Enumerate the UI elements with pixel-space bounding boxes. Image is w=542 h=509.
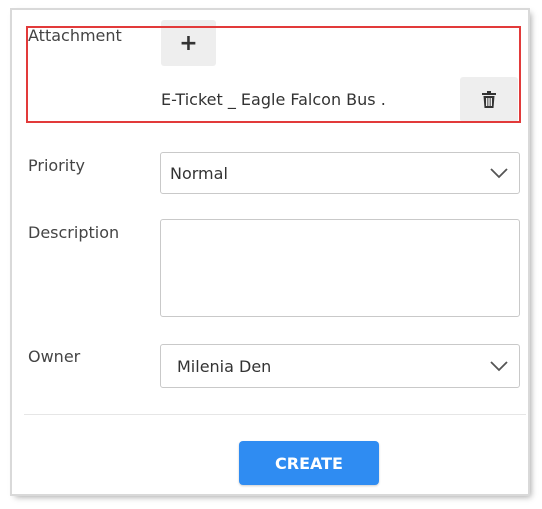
description-textarea[interactable] xyxy=(160,219,520,317)
chevron-down-icon xyxy=(479,167,519,179)
priority-select[interactable]: Normal xyxy=(160,152,520,194)
owner-label: Owner xyxy=(28,347,81,366)
owner-value: Milenia Den xyxy=(177,356,272,376)
priority-value: Normal xyxy=(170,163,228,183)
owner-select[interactable]: Milenia Den xyxy=(160,344,520,388)
attachment-highlight-box xyxy=(26,26,521,123)
chevron-down-icon xyxy=(479,360,519,372)
priority-label: Priority xyxy=(28,156,85,175)
footer-divider xyxy=(24,414,526,415)
create-button[interactable]: CREATE xyxy=(239,441,379,485)
description-label: Description xyxy=(28,223,120,242)
